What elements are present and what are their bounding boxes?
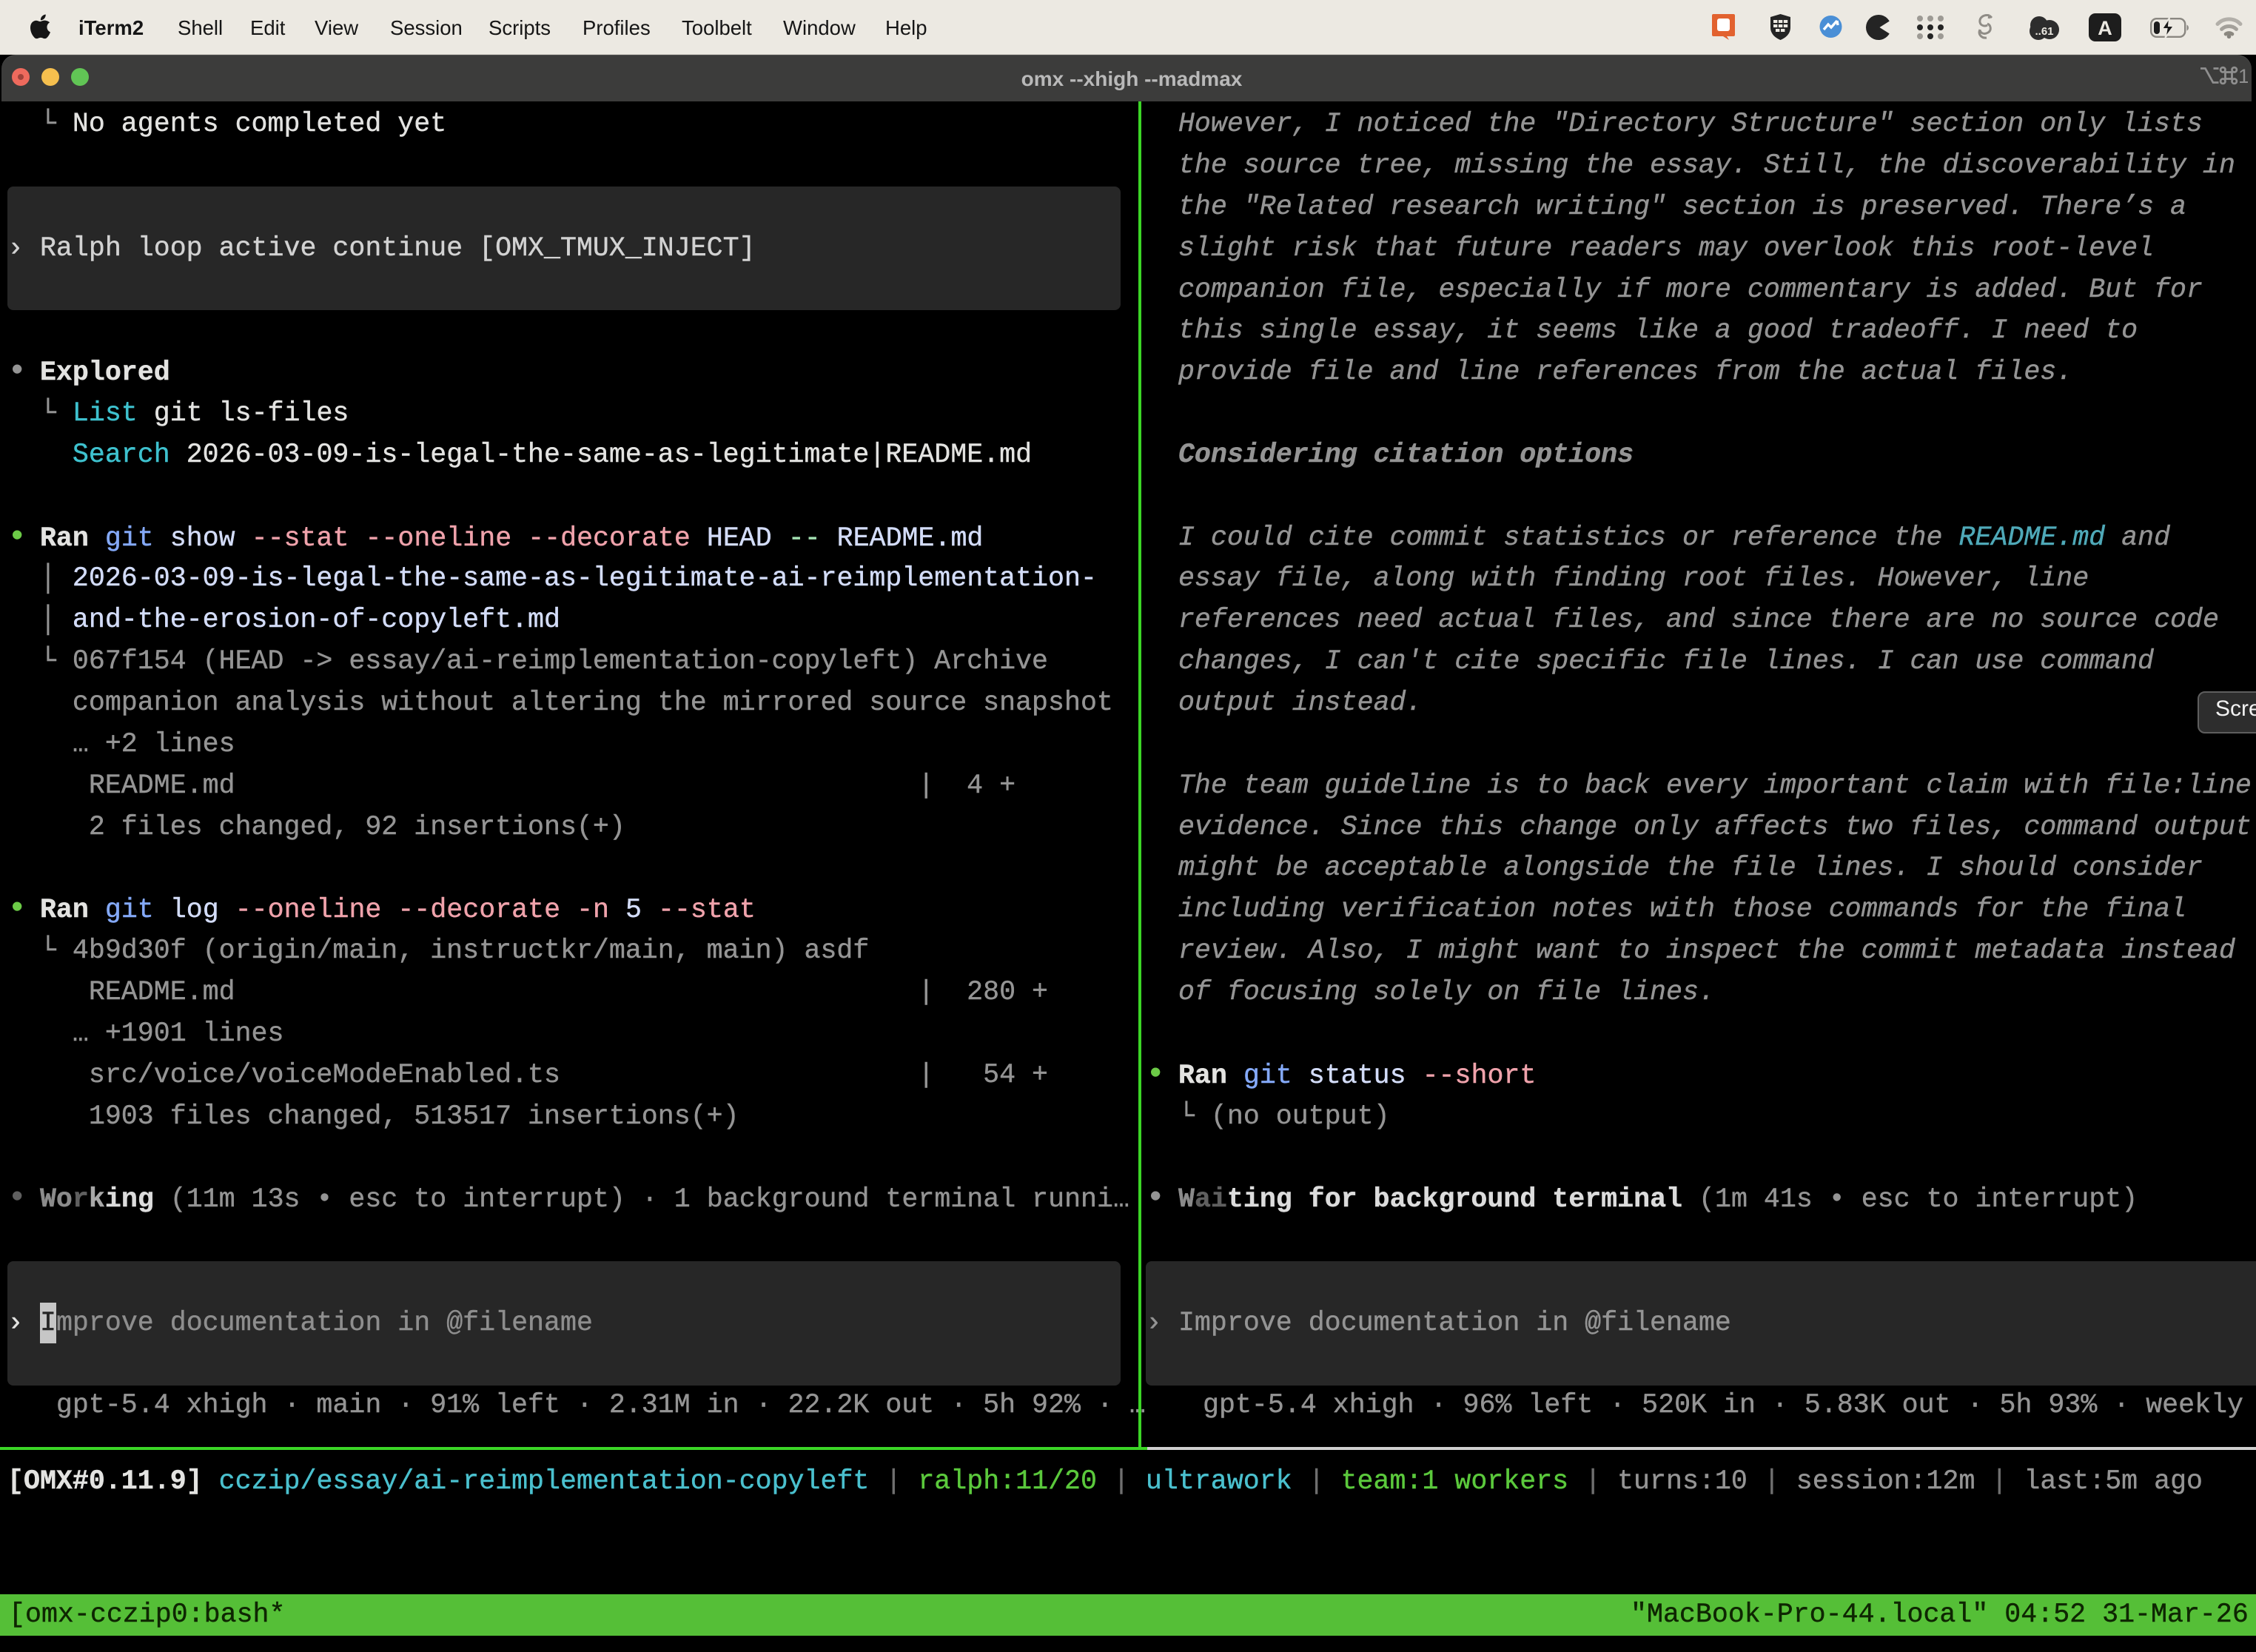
svg-text:A: A <box>2098 17 2112 39</box>
svg-text:..61: ..61 <box>2035 25 2053 38</box>
svg-text:1: 1 <box>2238 65 2248 86</box>
